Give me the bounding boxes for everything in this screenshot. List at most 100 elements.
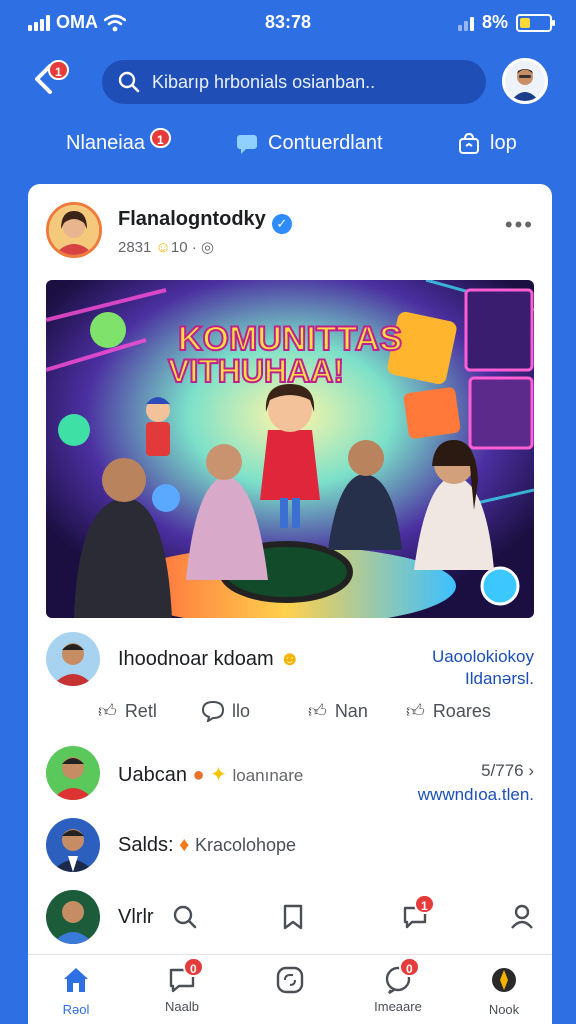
- cell-signal-icon: [457, 15, 474, 31]
- face-emoji-icon: ●: [192, 764, 205, 786]
- nav-icon-wrap: 0: [383, 957, 420, 995]
- profile-avatar[interactable]: [502, 58, 548, 104]
- list-avatar[interactable]: [46, 890, 100, 944]
- bottom-nav: Rəol 0 Naalb 0 Imeaare Nook: [28, 954, 552, 1024]
- nav-imeaare[interactable]: 0 Imeaare: [358, 957, 438, 1014]
- search-icon[interactable]: [172, 904, 198, 930]
- action-label: Retl: [124, 700, 157, 721]
- list-name: Salds:: [118, 834, 174, 856]
- nav-nook[interactable]: Nook: [464, 965, 544, 1017]
- message-button[interactable]: 1: [402, 894, 435, 930]
- comment-button[interactable]: llo: [202, 700, 250, 722]
- message-badge: 1: [414, 894, 435, 914]
- more-options-button[interactable]: •••: [505, 212, 534, 238]
- comment-avatar[interactable]: [46, 632, 100, 686]
- share-thumb-icon: 👍︎: [406, 701, 425, 721]
- list-photo: [46, 818, 100, 872]
- bag-icon: [459, 132, 479, 154]
- grin-emoji-icon: ☻: [279, 648, 301, 670]
- dot-separator: ·: [191, 239, 197, 256]
- verified-icon: ✓: [271, 214, 292, 234]
- list-name: Vlrlr: [118, 906, 154, 928]
- battery-percent: 8%: [481, 12, 508, 32]
- user-photo: [505, 61, 545, 101]
- tab-contuerdlant[interactable]: Contuerdlant: [236, 132, 383, 155]
- chevron-right-icon: ›: [523, 761, 534, 780]
- refresh-icon: [276, 966, 304, 994]
- author-avatar[interactable]: [46, 202, 102, 258]
- thumbs-up-outline-icon: 👍︎: [308, 701, 327, 721]
- list-avatar[interactable]: [46, 746, 100, 800]
- comment-link-line2: Ildanərsl.: [465, 669, 534, 688]
- list-title: Uabcan ● ✦ loanınare: [118, 762, 303, 787]
- nav-label: Nook: [488, 1002, 520, 1017]
- nav-icon-wrap: 0: [167, 957, 204, 995]
- tab-nlaneiaa[interactable]: Nlaneiaa 1: [66, 128, 171, 155]
- list-count: 5/776 ›: [481, 760, 534, 782]
- list-item[interactable]: Uabcan ● ✦ loanınare 5/776 › wwwndıoa.tl…: [46, 746, 534, 804]
- tab-label: lop: [490, 132, 517, 154]
- home-icon: [64, 968, 88, 992]
- list-link[interactable]: wwwndıoa.tlen.: [418, 784, 534, 806]
- post-meta: 2831 ☺10 · ◎: [118, 238, 214, 256]
- comment-author-name: Ihoodnoar kdoam: [118, 648, 274, 670]
- nav-label: Rəol: [62, 1002, 90, 1017]
- person-icon[interactable]: [510, 904, 534, 930]
- list-avatar[interactable]: [46, 818, 100, 872]
- tab-label: Nlaneiaa: [66, 132, 145, 154]
- tab-label: Contuerdlant: [268, 132, 383, 154]
- post-illustration: KOMUNITTAS VITHUHAA!: [46, 280, 534, 618]
- list-item[interactable]: Vlrlr 1: [46, 890, 534, 946]
- nav-label: Imeaare: [374, 999, 422, 1014]
- back-badge: 1: [48, 60, 69, 80]
- react-button[interactable]: 👍︎ Nan: [308, 700, 368, 722]
- globe-icon: ◎: [200, 239, 214, 256]
- nav-center[interactable]: [250, 965, 330, 1002]
- nav-naalb[interactable]: 0 Naalb: [142, 957, 222, 1014]
- sparkle-icon: ✦: [210, 764, 227, 786]
- meta-count: 2831: [118, 239, 152, 256]
- search-input[interactable]: [152, 71, 452, 93]
- nav-badge: 0: [183, 957, 204, 977]
- list-photo: [46, 746, 100, 800]
- list-sub: Kracolohope: [194, 835, 297, 855]
- nav-home[interactable]: Rəol: [36, 965, 116, 1017]
- list-name: Uabcan: [118, 764, 187, 786]
- share-button[interactable]: 👍︎ Roares: [406, 700, 491, 722]
- chat-icon: [237, 134, 257, 154]
- post-author[interactable]: Flanalogntodky ✓: [118, 208, 292, 234]
- count-value: 5/776: [481, 761, 524, 780]
- list-title: Salds: ♦ Kracolohope: [118, 834, 296, 857]
- search-bar[interactable]: [102, 60, 486, 104]
- top-tabs: Nlaneiaa 1 Contuerdlant lop: [0, 124, 576, 168]
- thumbs-up-icon: 👍︎: [98, 701, 117, 721]
- bookmark-icon[interactable]: [282, 904, 304, 930]
- tab-lop[interactable]: lop: [458, 132, 517, 155]
- comment-link-line1: Uaoolokiokoy: [431, 647, 534, 666]
- top-bar: 1: [0, 58, 576, 104]
- search-icon: [118, 71, 140, 93]
- nav-label: Naalb: [165, 999, 199, 1014]
- like-button[interactable]: 👍︎ Retl: [98, 700, 157, 722]
- image-title-2: VITHUHAA!: [168, 353, 344, 389]
- action-label: Nan: [334, 700, 368, 721]
- emoji-icon: ☺: [155, 239, 171, 256]
- back-button[interactable]: 1: [30, 60, 70, 102]
- author-photo: [49, 205, 99, 255]
- battery-icon: [516, 13, 555, 32]
- comment-photo: [46, 632, 100, 686]
- post-header: Flanalogntodky ✓ 2831 ☺10 · ◎ •••: [46, 202, 534, 262]
- list-item[interactable]: Salds: ♦ Kracolohope: [46, 818, 534, 874]
- status-right: 8%: [457, 12, 555, 33]
- comment-row[interactable]: Ihoodnoar kdoam ☻ Uaoolokiokoy Ildanərsl…: [46, 632, 534, 688]
- comment-link[interactable]: Uaoolokiokoy Ildanərsl.: [432, 646, 534, 690]
- status-bar: OMA 83:78 8%: [0, 0, 576, 48]
- meta-time: 10: [170, 239, 188, 256]
- action-label: llo: [232, 700, 251, 721]
- post-image[interactable]: KOMUNITTAS VITHUHAA!: [46, 280, 534, 618]
- comment-author: Ihoodnoar kdoam ☻: [118, 648, 300, 671]
- game-icon: [492, 968, 516, 992]
- feed-card: Flanalogntodky ✓ 2831 ☺10 · ◎ ••• KOMUNI…: [28, 184, 552, 1024]
- comment-bubble-icon: [202, 700, 224, 722]
- tab-badge: 1: [150, 128, 171, 148]
